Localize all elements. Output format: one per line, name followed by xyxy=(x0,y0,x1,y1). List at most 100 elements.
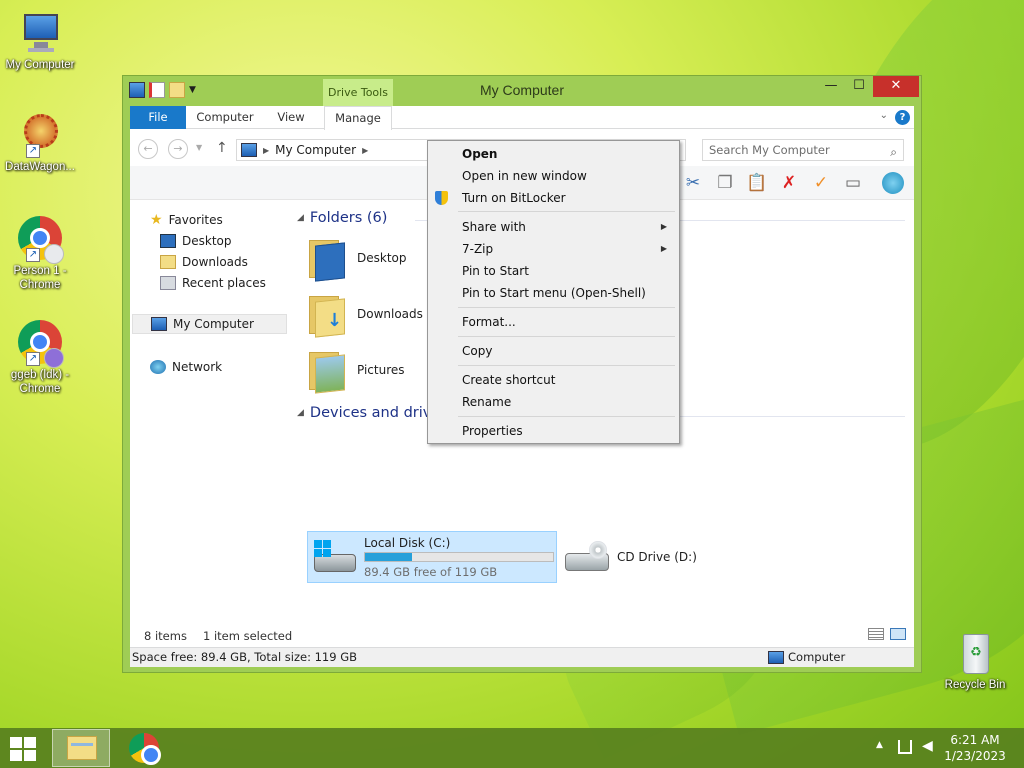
tab-manage[interactable]: Manage xyxy=(324,106,392,130)
drive-local-disk-c[interactable]: Local Disk (C:) 89.4 GB free of 119 GB xyxy=(307,531,557,583)
search-input[interactable]: Search My Computer ⌕ xyxy=(702,139,904,161)
menu-item-pin-start-menu[interactable]: Pin to Start menu (Open-Shell) xyxy=(430,282,677,304)
menu-item-bitlocker[interactable]: Turn on BitLocker xyxy=(430,187,677,209)
nav-favorites[interactable]: ★ Favorites xyxy=(150,210,223,230)
nav-downloads[interactable]: Downloads xyxy=(160,252,248,272)
forward-button[interactable]: → xyxy=(168,139,188,159)
menu-item-properties[interactable]: Properties xyxy=(430,420,677,442)
desktop-icon-label: My Computer xyxy=(5,59,75,71)
maximize-button[interactable]: ☐ xyxy=(845,76,873,97)
menu-separator xyxy=(458,336,675,337)
large-icons-view-icon[interactable] xyxy=(890,628,906,640)
computer-icon xyxy=(16,10,64,58)
avatar-icon xyxy=(44,244,64,264)
nav-network[interactable]: Network xyxy=(150,357,222,377)
minimize-button[interactable]: — xyxy=(817,76,845,97)
tab-file[interactable]: File xyxy=(130,106,186,129)
desktop-icon-label: Recycle Bin xyxy=(944,679,1006,691)
cut-icon[interactable]: ✂ xyxy=(682,172,704,194)
menu-item-create-shortcut[interactable]: Create shortcut xyxy=(430,369,677,391)
menu-item-open-new-window[interactable]: Open in new window xyxy=(430,165,677,187)
help-icon[interactable]: ? xyxy=(895,110,910,125)
tab-view[interactable]: View xyxy=(266,106,316,129)
clock-date: 1/23/2023 xyxy=(944,749,1006,763)
nav-recent-places[interactable]: Recent places xyxy=(160,273,266,293)
submenu-arrow-icon: ▶ xyxy=(660,222,667,231)
avatar-icon xyxy=(44,348,64,368)
window-title: My Computer xyxy=(479,82,565,98)
file-explorer-icon xyxy=(67,736,97,760)
folder-pictures[interactable]: Pictures xyxy=(307,348,405,394)
menu-item-open[interactable]: Open xyxy=(430,143,677,165)
menu-separator xyxy=(458,416,675,417)
up-button[interactable]: ↑ xyxy=(216,140,228,156)
menu-item-share-with[interactable]: Share with ▶ xyxy=(430,216,677,238)
start-button[interactable] xyxy=(10,737,38,761)
search-placeholder: Search My Computer xyxy=(709,143,830,157)
folder-icon: ↓ xyxy=(307,292,345,338)
chevron-down-icon[interactable]: ⌄ xyxy=(880,110,888,121)
taskbar-chrome[interactable] xyxy=(120,730,168,766)
network-icon xyxy=(150,360,166,374)
folder-downloads[interactable]: ↓ Downloads xyxy=(307,292,423,338)
copy-icon[interactable]: ❐ xyxy=(714,172,736,194)
desktop-icon xyxy=(160,234,176,248)
space-info: Space free: 89.4 GB, Total size: 119 GB xyxy=(132,650,358,664)
menu-item-rename[interactable]: Rename xyxy=(430,391,677,413)
show-hidden-icons-button[interactable]: ▲ xyxy=(876,740,883,750)
computer-icon xyxy=(768,651,784,664)
desktop-icon-person1-chrome[interactable]: ↗ Person 1 - Chrome xyxy=(0,214,80,292)
clock[interactable]: 6:21 AM 1/23/2023 xyxy=(940,732,1010,764)
menu-item-format[interactable]: Format... xyxy=(430,311,677,333)
menu-item-copy[interactable]: Copy xyxy=(430,340,677,362)
back-button[interactable]: ← xyxy=(138,139,158,159)
menu-item-pin-to-start[interactable]: Pin to Start xyxy=(430,260,677,282)
clock-time: 6:21 AM xyxy=(950,733,1000,747)
title-bar[interactable]: ▼ Drive Tools My Computer — ☐ ✕ xyxy=(123,76,921,106)
menu-separator xyxy=(458,211,675,212)
status-bar: 8 items 1 item selected xyxy=(130,626,914,646)
drive-cd-d[interactable]: CD Drive (D:) xyxy=(565,541,697,573)
computer-icon xyxy=(151,317,167,331)
menu-separator xyxy=(458,307,675,308)
rename-icon[interactable]: ▭ xyxy=(842,172,864,194)
chevron-right-icon: ▶ xyxy=(263,145,270,155)
delete-icon[interactable]: ✗ xyxy=(778,172,800,194)
hard-disk-icon xyxy=(312,540,358,576)
taskbar-file-explorer[interactable] xyxy=(52,729,110,767)
network-status-icon[interactable] xyxy=(898,740,912,754)
desktop-icon-my-computer[interactable]: My Computer xyxy=(0,10,80,72)
tab-computer[interactable]: Computer xyxy=(192,106,258,129)
volume-icon[interactable]: ◀ xyxy=(922,738,933,754)
item-count: 8 items xyxy=(144,629,187,643)
breadcrumb[interactable]: My Computer xyxy=(275,143,356,157)
desktop-icon-datawagon[interactable]: ↗ DataWagon... xyxy=(0,112,80,174)
search-icon[interactable]: ⌕ xyxy=(890,142,897,162)
drive-free-space: 89.4 GB free of 119 GB xyxy=(364,565,498,579)
chrome-icon: ↗ xyxy=(16,320,64,368)
checkmark-icon[interactable]: ✓ xyxy=(810,172,832,194)
devices-group-header[interactable]: ◢ Devices and drives xyxy=(297,405,448,421)
desktop-icon-ggeb-chrome[interactable]: ↗ ggeb (ldk) - Chrome xyxy=(0,318,80,396)
download-arrow-icon: ↓ xyxy=(327,310,343,331)
shortcut-arrow-icon: ↗ xyxy=(26,144,40,158)
chevron-down-icon[interactable]: ▼ xyxy=(196,143,202,152)
shortcut-arrow-icon: ↗ xyxy=(26,352,40,366)
folder-desktop[interactable]: Desktop xyxy=(307,236,407,282)
menu-item-7zip[interactable]: 7-Zip ▶ xyxy=(430,238,677,260)
nav-desktop[interactable]: Desktop xyxy=(160,231,232,251)
desktop-icon-label: DataWagon... xyxy=(5,161,75,173)
location-label: Computer xyxy=(788,650,846,664)
desktop-icon-label: ggeb (ldk) - Chrome xyxy=(10,369,70,395)
collapse-triangle-icon: ◢ xyxy=(297,213,304,223)
paste-icon[interactable]: 📋 xyxy=(746,172,768,194)
globe-icon[interactable] xyxy=(882,172,904,194)
folders-group-header[interactable]: ◢ Folders (6) xyxy=(297,210,387,226)
collapse-triangle-icon: ◢ xyxy=(297,408,304,418)
close-button[interactable]: ✕ xyxy=(873,76,919,97)
downloads-icon xyxy=(160,255,176,269)
nav-my-computer[interactable]: My Computer xyxy=(132,314,287,334)
computer-icon xyxy=(241,143,257,157)
desktop-icon-recycle-bin[interactable]: ♻ Recycle Bin xyxy=(935,630,1015,692)
details-view-icon[interactable] xyxy=(868,628,884,640)
